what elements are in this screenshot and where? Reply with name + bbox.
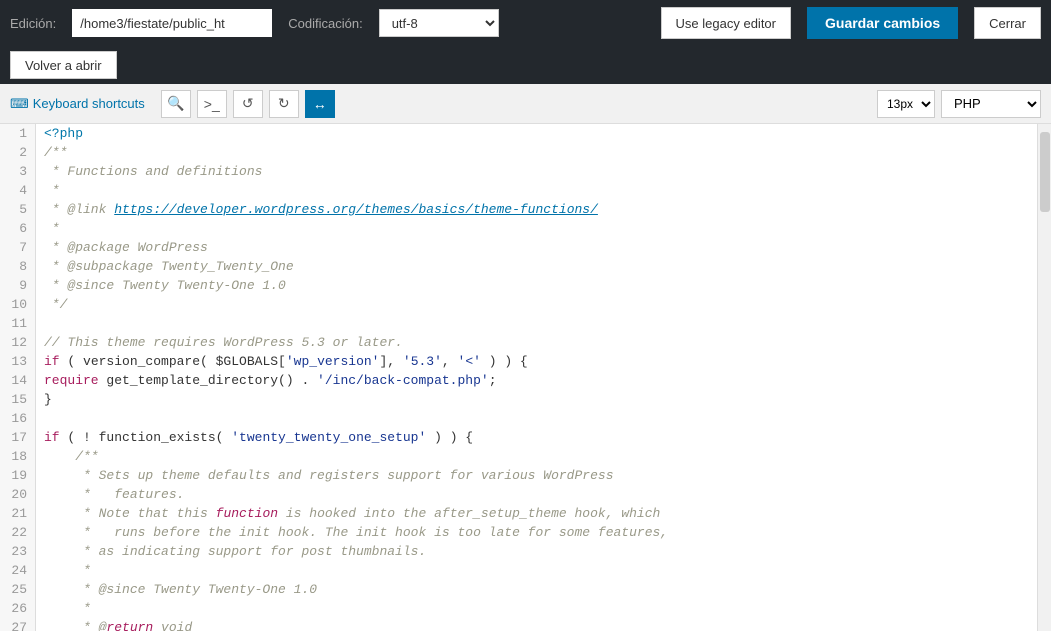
undo-button[interactable]: ↺ bbox=[233, 90, 263, 118]
table-row: require get_template_directory() . '/inc… bbox=[44, 371, 1037, 390]
top-toolbar: Edición: Codificación: utf-8 Use legacy … bbox=[0, 0, 1051, 46]
table-row bbox=[44, 409, 1037, 428]
table-row: // This theme requires WordPress 5.3 or … bbox=[44, 333, 1037, 352]
line-number: 6 bbox=[8, 219, 27, 238]
table-row: * @link https://developer.wordpress.org/… bbox=[44, 200, 1037, 219]
line-number: 22 bbox=[8, 523, 27, 542]
line-number: 14 bbox=[8, 371, 27, 390]
table-row: if ( version_compare( $GLOBALS['wp_versi… bbox=[44, 352, 1037, 371]
table-row: } bbox=[44, 390, 1037, 409]
line-number: 18 bbox=[8, 447, 27, 466]
line-number: 5 bbox=[8, 200, 27, 219]
line-number: 10 bbox=[8, 295, 27, 314]
wrap-button[interactable]: ↔ bbox=[305, 90, 335, 118]
keyboard-icon: ⌨ bbox=[10, 96, 29, 112]
line-number: 27 bbox=[8, 618, 27, 631]
line-number: 4 bbox=[8, 181, 27, 200]
line-number: 26 bbox=[8, 599, 27, 618]
scrollbar-thumb[interactable] bbox=[1040, 132, 1050, 212]
table-row: * @return void bbox=[44, 618, 1037, 631]
line-number: 12 bbox=[8, 333, 27, 352]
table-row bbox=[44, 314, 1037, 333]
table-row: * @subpackage Twenty_Twenty_One bbox=[44, 257, 1037, 276]
save-button[interactable]: Guardar cambios bbox=[807, 7, 958, 39]
line-number: 11 bbox=[8, 314, 27, 333]
encoding-select[interactable]: utf-8 bbox=[379, 9, 499, 37]
line-number: 20 bbox=[8, 485, 27, 504]
scrollbar[interactable] bbox=[1037, 124, 1051, 631]
table-row: * bbox=[44, 561, 1037, 580]
line-number: 19 bbox=[8, 466, 27, 485]
table-row: /** bbox=[44, 447, 1037, 466]
editor-toolbar: ⌨ Keyboard shortcuts 🔍 >_ ↺ ↻ ↔ 13px 12p… bbox=[0, 84, 1051, 124]
redo-button[interactable]: ↻ bbox=[269, 90, 299, 118]
line-number: 24 bbox=[8, 561, 27, 580]
table-row: * runs before the init hook. The init ho… bbox=[44, 523, 1037, 542]
table-row: * as indicating support for post thumbna… bbox=[44, 542, 1037, 561]
table-row: * Note that this function is hooked into… bbox=[44, 504, 1037, 523]
line-number: 2 bbox=[8, 143, 27, 162]
table-row: * @since Twenty Twenty-One 1.0 bbox=[44, 580, 1037, 599]
language-select[interactable]: PHP HTML CSS JavaScript bbox=[941, 90, 1041, 118]
line-number: 7 bbox=[8, 238, 27, 257]
line-number: 23 bbox=[8, 542, 27, 561]
table-row: * bbox=[44, 181, 1037, 200]
table-row: * bbox=[44, 219, 1037, 238]
line-number: 9 bbox=[8, 276, 27, 295]
close-button[interactable]: Cerrar bbox=[974, 7, 1041, 39]
edicion-label: Edición: bbox=[10, 16, 56, 31]
line-number: 17 bbox=[8, 428, 27, 447]
legacy-editor-button[interactable]: Use legacy editor bbox=[661, 7, 791, 39]
table-row: /** bbox=[44, 143, 1037, 162]
volver-button[interactable]: Volver a abrir bbox=[10, 51, 117, 79]
line-number: 8 bbox=[8, 257, 27, 276]
line-number: 1 bbox=[8, 124, 27, 143]
table-row: * bbox=[44, 599, 1037, 618]
line-number: 25 bbox=[8, 580, 27, 599]
table-row: * Sets up theme defaults and registers s… bbox=[44, 466, 1037, 485]
line-number: 15 bbox=[8, 390, 27, 409]
table-row: */ bbox=[44, 295, 1037, 314]
line-numbers: 1234567891011121314151617181920212223242… bbox=[0, 124, 36, 631]
table-row: * @package WordPress bbox=[44, 238, 1037, 257]
keyboard-shortcuts-link[interactable]: ⌨ Keyboard shortcuts bbox=[10, 96, 145, 112]
code-editor: 1234567891011121314151617181920212223242… bbox=[0, 124, 1051, 631]
search-button[interactable]: 🔍 bbox=[161, 90, 191, 118]
line-number: 3 bbox=[8, 162, 27, 181]
codificacion-label: Codificación: bbox=[288, 16, 362, 31]
line-number: 13 bbox=[8, 352, 27, 371]
volver-toolbar: Volver a abrir bbox=[0, 46, 1051, 84]
table-row: * features. bbox=[44, 485, 1037, 504]
font-size-select[interactable]: 13px 12px 14px 16px bbox=[877, 90, 935, 118]
code-content[interactable]: <?php/** * Functions and definitions * *… bbox=[36, 124, 1037, 631]
line-number: 21 bbox=[8, 504, 27, 523]
terminal-button[interactable]: >_ bbox=[197, 90, 227, 118]
table-row: <?php bbox=[44, 124, 1037, 143]
table-row: if ( ! function_exists( 'twenty_twenty_o… bbox=[44, 428, 1037, 447]
table-row: * @since Twenty Twenty-One 1.0 bbox=[44, 276, 1037, 295]
file-path-input[interactable] bbox=[72, 9, 272, 37]
keyboard-shortcuts-label: Keyboard shortcuts bbox=[33, 96, 145, 111]
line-number: 16 bbox=[8, 409, 27, 428]
table-row: * Functions and definitions bbox=[44, 162, 1037, 181]
